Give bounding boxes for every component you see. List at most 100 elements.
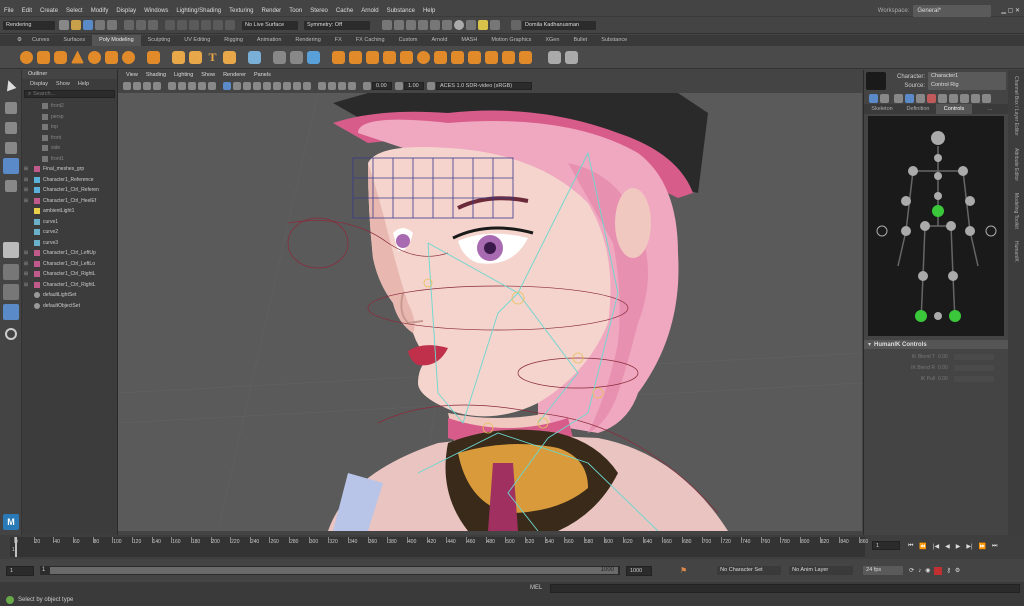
viewport-menu-item[interactable]: Panels — [250, 72, 275, 78]
colorspace-dropdown[interactable]: ACES 1.0 SDR-video (sRGB) — [436, 81, 532, 90]
svg-text-icon[interactable] — [223, 50, 236, 64]
menu-item[interactable]: Windows — [140, 5, 172, 17]
outliner-menu-item[interactable]: Help — [74, 81, 93, 87]
sound-icon[interactable]: ♪ — [918, 568, 921, 574]
preferences-icon[interactable]: ⚙ — [955, 567, 960, 574]
viewport-menu-item[interactable]: Shading — [142, 72, 170, 78]
go-to-start-icon[interactable]: ⏮ — [905, 543, 916, 550]
shelf-tab[interactable]: Poly Modeling — [92, 35, 141, 46]
symmetry-dropdown[interactable]: Symmetry: Off — [304, 20, 370, 30]
outliner-item[interactable]: ⊞ Character1_Reference — [22, 175, 117, 186]
xray-joints-icon[interactable] — [338, 81, 346, 90]
snap-surface-icon[interactable] — [213, 20, 223, 30]
hik-slider-value[interactable]: 0.00 — [938, 365, 954, 371]
field-chart-icon[interactable] — [208, 81, 216, 90]
mode-dropdown[interactable]: Rendering — [3, 20, 55, 30]
bevel-icon[interactable] — [400, 50, 413, 64]
render-view-icon[interactable] — [442, 20, 452, 30]
single-perspective-icon[interactable] — [3, 242, 19, 258]
anim-layer-dropdown[interactable]: No Anim Layer — [789, 566, 854, 575]
exposure-field[interactable]: 0.00 — [372, 81, 392, 90]
smooth-shade-icon[interactable] — [233, 81, 241, 90]
hypershade-icon[interactable] — [418, 20, 428, 30]
snap-curve-icon[interactable] — [177, 20, 187, 30]
viewport-menu-item[interactable]: Lighting — [170, 72, 197, 78]
wireframe-icon[interactable] — [223, 81, 231, 90]
hik-slider[interactable] — [954, 364, 994, 371]
expand-icon[interactable]: ⊞ — [22, 196, 30, 207]
current-time-indicator[interactable] — [15, 537, 17, 557]
time-ruler[interactable]: 0204060801001201401601802002202402602803… — [10, 537, 868, 557]
motion-blur-icon[interactable] — [293, 81, 301, 90]
outliner-item[interactable]: front2 — [22, 101, 117, 112]
reduce-icon[interactable] — [485, 50, 498, 64]
viewport-menu-item[interactable]: Renderer — [219, 72, 250, 78]
textured-icon[interactable] — [253, 81, 261, 90]
auto-key-icon[interactable]: ⚑ — [680, 566, 687, 575]
snap-point-icon[interactable] — [189, 20, 199, 30]
camera-icon[interactable] — [466, 20, 476, 30]
xray-components-icon[interactable] — [348, 81, 356, 90]
layout-icon[interactable] — [3, 284, 19, 300]
outliner-item[interactable]: ambientLight1 — [22, 206, 117, 217]
wireframe-on-shaded-icon[interactable] — [243, 81, 251, 90]
step-back-key-icon[interactable]: ⏪ — [916, 543, 929, 550]
loop-icon[interactable]: ⟳ — [909, 567, 914, 574]
combine-icon[interactable] — [332, 50, 345, 64]
select-hierarchy-icon[interactable] — [124, 20, 134, 30]
range-start-field[interactable]: 1 — [6, 565, 34, 576]
record-icon[interactable] — [934, 566, 943, 575]
hik-body-part-icon[interactable] — [905, 93, 914, 103]
step-forward-key-icon[interactable]: ⏩ — [976, 543, 989, 550]
viewport-menu-item[interactable]: View — [122, 72, 142, 78]
uv-editor-icon[interactable] — [248, 50, 261, 64]
hik-key-icon[interactable] — [927, 93, 936, 103]
outliner-layout-icon[interactable] — [3, 304, 19, 320]
menu-item[interactable]: Cache — [332, 5, 357, 17]
outliner-item[interactable]: front — [22, 133, 117, 144]
menu-item[interactable]: Lighting/Shading — [172, 5, 225, 17]
flag-icon[interactable] — [490, 20, 500, 30]
boolean-icon[interactable] — [468, 50, 481, 64]
outliner-item[interactable]: curve2 — [22, 227, 117, 238]
menu-item[interactable]: Substance — [383, 5, 419, 17]
menu-item[interactable]: Modify — [87, 5, 113, 17]
shelf-tab[interactable]: Motion Graphics — [484, 35, 538, 46]
hik-star-icon[interactable] — [938, 93, 947, 103]
hik-controls-header[interactable]: ▾ HumanIK Controls — [864, 340, 1008, 349]
menu-item[interactable]: Stereo — [306, 5, 332, 17]
audio-icon[interactable]: ◉ — [925, 567, 930, 574]
select-object-icon[interactable] — [136, 20, 146, 30]
save-scene-icon[interactable] — [83, 20, 93, 30]
expand-icon[interactable]: ⊞ — [22, 280, 30, 291]
expand-icon[interactable]: ⊞ — [22, 164, 30, 175]
expand-icon[interactable]: ⊞ — [22, 175, 30, 186]
film-gate-icon[interactable] — [178, 81, 186, 90]
exposure-icon[interactable] — [363, 81, 371, 90]
poly-disc-icon[interactable] — [122, 50, 135, 64]
live-surface-field[interactable]: No Live Surface — [242, 20, 298, 30]
outliner-item[interactable]: ⊞ Character1_Ctrl_Referen — [22, 185, 117, 196]
hik-star-icon[interactable] — [960, 93, 969, 103]
fps-dropdown[interactable]: 24 fps — [863, 566, 904, 575]
anti-aliasing-icon[interactable] — [303, 81, 311, 90]
new-scene-icon[interactable] — [59, 20, 69, 30]
render-settings-icon[interactable] — [406, 20, 416, 30]
command-input[interactable] — [550, 583, 1021, 593]
menu-item[interactable]: Display — [112, 5, 140, 17]
lasso-tool-icon[interactable] — [5, 102, 17, 114]
bookmark-icon[interactable] — [143, 81, 151, 90]
outliner-item[interactable]: curve1 — [22, 217, 117, 228]
shelf-tab[interactable]: Animation — [250, 35, 288, 46]
expand-icon[interactable]: ⊞ — [22, 248, 30, 259]
expand-icon[interactable]: ⊞ — [22, 185, 30, 196]
expand-icon[interactable]: ⊞ — [22, 269, 30, 280]
character-dropdown[interactable]: Character1 — [928, 72, 1006, 81]
step-forward-frame-icon[interactable]: ▶| — [963, 543, 975, 550]
hik-tab[interactable]: Controls — [936, 104, 972, 114]
grid-toggle-icon[interactable] — [168, 81, 176, 90]
time-slider[interactable]: 0204060801001201401601802002202402602803… — [0, 535, 1024, 559]
arnold-render-icon[interactable] — [430, 20, 440, 30]
menu-item[interactable]: Edit — [18, 5, 36, 17]
side-tab[interactable]: Channel Box / Layer Editor — [1013, 70, 1019, 142]
